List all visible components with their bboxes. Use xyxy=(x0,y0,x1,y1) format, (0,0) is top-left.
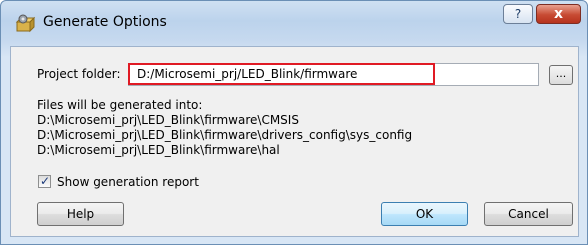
files-info-heading: Files will be generated into: xyxy=(37,98,203,112)
generated-path-cmsis: D:\Microsemi_prj\LED_Blink\firmware\CMSI… xyxy=(37,113,299,127)
show-report-label[interactable]: Show generation report xyxy=(57,175,199,189)
browse-button[interactable]: ... xyxy=(549,65,573,85)
title-help-button[interactable]: ? xyxy=(503,4,533,24)
generated-path-sys-config: D:\Microsemi_prj\LED_Blink\firmware\driv… xyxy=(37,128,413,142)
cancel-button[interactable]: Cancel xyxy=(484,202,573,226)
project-folder-label: Project folder: xyxy=(37,67,121,81)
window-title: Generate Options xyxy=(43,14,167,30)
ok-button[interactable]: OK xyxy=(381,202,468,226)
generate-options-dialog: Generate Options ? x Project folder: D:/… xyxy=(0,0,588,245)
title-bar[interactable]: Generate Options ? x xyxy=(1,1,587,45)
close-button[interactable]: x xyxy=(536,4,581,24)
project-folder-value[interactable]: D:/Microsemi_prj/LED_Blink/firmware xyxy=(137,67,357,81)
help-button[interactable]: Help xyxy=(37,202,124,226)
generated-path-hal: D:\Microsemi_prj\LED_Blink\firmware\hal xyxy=(37,143,280,157)
checkmark-icon: ✓ xyxy=(40,174,51,188)
gear-box-icon xyxy=(15,13,36,33)
show-report-checkbox[interactable]: ✓ xyxy=(38,174,51,188)
